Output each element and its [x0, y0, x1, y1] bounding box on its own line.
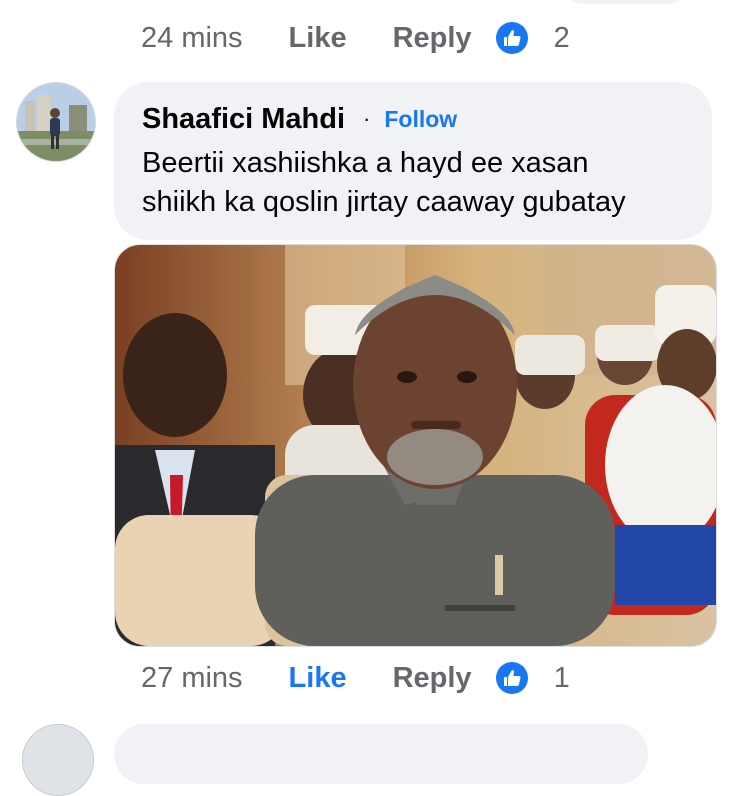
comment-bubble: Shaafici Mahdi · Follow Beertii xashiish…	[114, 82, 712, 240]
thumbs-up-icon[interactable]	[495, 662, 528, 694]
previous-comment-actions: 24 mins Like Reply 2	[141, 18, 570, 58]
next-comment-bubble	[114, 724, 648, 784]
comment-author[interactable]: Shaafici Mahdi	[142, 103, 345, 136]
previous-comment-time: 24 mins	[141, 21, 243, 54]
previous-comment-like-button[interactable]: Like	[289, 22, 347, 55]
comment-header: Shaafici Mahdi · Follow	[142, 100, 457, 138]
comment-text: Beertii xashiishka a hayd ee xasan shiik…	[142, 144, 702, 222]
previous-comment-bubble	[560, 0, 690, 4]
avatar[interactable]	[16, 82, 96, 162]
comment-like-button[interactable]: Like	[289, 662, 347, 695]
comment-reaction-count: 1	[553, 661, 570, 694]
comment-actions: 27 mins Like Reply 1	[141, 658, 570, 698]
previous-comment-reaction-count: 2	[553, 21, 570, 54]
separator-dot: ·	[363, 106, 371, 131]
comment-reply-button[interactable]: Reply	[393, 662, 472, 695]
comment-time: 27 mins	[141, 661, 243, 694]
comment-photo[interactable]	[114, 244, 717, 647]
comment-text-line-1: Beertii xashiishka a hayd ee xasan	[142, 147, 589, 179]
follow-button[interactable]: Follow	[384, 106, 457, 133]
thumbs-up-icon[interactable]	[495, 22, 528, 54]
previous-comment-reply-button[interactable]: Reply	[393, 22, 472, 55]
comment-text-line-2: shiikh ka qoslin jirtay caaway gubatay	[142, 186, 626, 218]
next-comment-avatar[interactable]	[22, 724, 94, 796]
